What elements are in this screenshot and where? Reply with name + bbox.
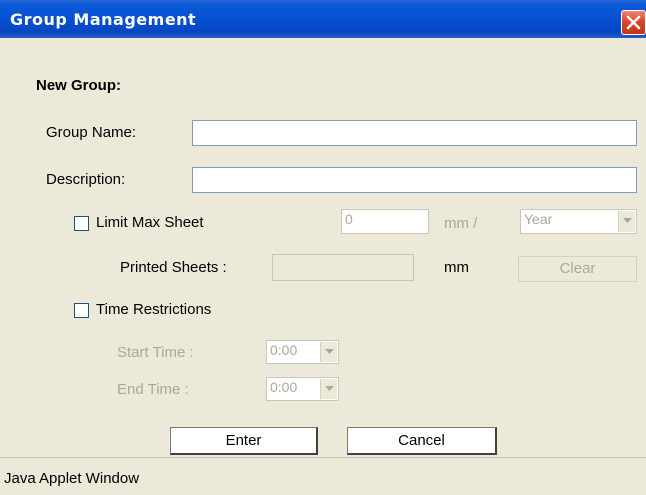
end-time-select[interactable]: 0:00 <box>266 377 339 401</box>
clear-button[interactable]: Clear <box>518 256 637 282</box>
limit-max-sheet-checkbox[interactable] <box>74 216 89 231</box>
description-input[interactable] <box>192 167 637 193</box>
period-select[interactable]: Year <box>520 209 637 234</box>
description-label: Description: <box>46 171 126 188</box>
start-time-label: Start Time : <box>117 344 194 361</box>
cancel-button[interactable]: Cancel <box>347 427 497 455</box>
chevron-down-icon <box>618 211 635 232</box>
title-bar[interactable]: Group Management <box>0 0 646 38</box>
group-name-input[interactable] <box>192 120 637 146</box>
status-text: Java Applet Window <box>4 470 140 487</box>
end-time-label: End Time : <box>117 381 189 398</box>
enter-button[interactable]: Enter <box>170 427 318 455</box>
dialog-content: New Group: Group Name: Description: Limi… <box>0 38 646 457</box>
chevron-down-icon <box>320 379 337 399</box>
printed-sheets-field <box>272 254 414 281</box>
chevron-down-icon <box>320 342 337 362</box>
group-name-label: Group Name: <box>46 124 137 141</box>
status-bar: Java Applet Window <box>0 457 646 495</box>
start-time-select[interactable]: 0:00 <box>266 340 339 364</box>
limit-unit-label: mm / <box>444 215 478 232</box>
printed-sheets-unit: mm <box>444 259 469 276</box>
time-restrictions-checkbox[interactable] <box>74 303 89 318</box>
close-button[interactable] <box>621 10 646 35</box>
window-title: Group Management <box>10 10 197 29</box>
printed-sheets-label: Printed Sheets : <box>120 259 227 276</box>
limit-value-input[interactable]: 0 <box>341 209 429 234</box>
group-management-window: Group Management New Group: Group Name: … <box>0 0 646 495</box>
limit-max-sheet-label: Limit Max Sheet <box>96 214 204 231</box>
close-icon <box>626 15 641 30</box>
new-group-heading: New Group: <box>36 77 121 94</box>
time-restrictions-label: Time Restrictions <box>96 301 212 318</box>
